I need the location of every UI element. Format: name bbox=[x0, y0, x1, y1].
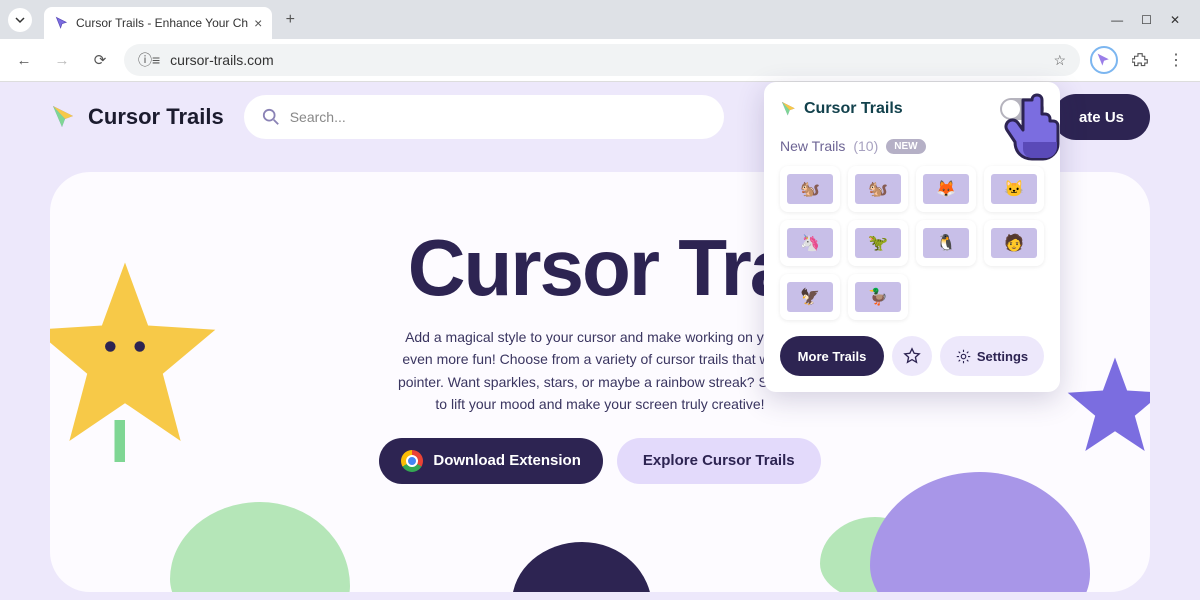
back-button[interactable]: ← bbox=[10, 46, 38, 74]
url-text: cursor-trails.com bbox=[170, 52, 273, 68]
settings-button[interactable]: Settings bbox=[940, 336, 1044, 376]
trail-thumbnail: 🦄 bbox=[787, 228, 833, 258]
new-trails-section-header[interactable]: New Trails (10) NEW bbox=[780, 138, 1044, 154]
tab-title: Cursor Trails - Enhance Your Ch bbox=[76, 16, 248, 30]
trail-thumbnail: 🐱 bbox=[991, 174, 1037, 204]
browser-tab[interactable]: Cursor Trails - Enhance Your Ch × bbox=[44, 7, 272, 39]
trail-item[interactable]: 🧑 bbox=[984, 220, 1044, 266]
close-window-button[interactable]: ✕ bbox=[1170, 13, 1180, 27]
chevron-up-icon[interactable] bbox=[1032, 138, 1044, 154]
trail-item[interactable]: 🐿️ bbox=[780, 166, 840, 212]
section-count: (10) bbox=[853, 138, 878, 154]
trail-thumbnail: 🦆 bbox=[855, 282, 901, 312]
new-tab-button[interactable]: + bbox=[276, 6, 304, 34]
trail-grid: 🐿️ 🐿️ 🦊 🐱 🦄 🦖 🐧 🧑 🦅 🦆 bbox=[780, 166, 1044, 320]
dark-blob-decoration bbox=[512, 542, 652, 592]
star-decoration bbox=[50, 252, 230, 462]
download-extension-button[interactable]: Download Extension bbox=[379, 438, 603, 484]
tab-favicon-icon bbox=[54, 15, 70, 31]
address-bar: ← → ⟳ ⓘ≡ cursor-trails.com ☆ ⋮ bbox=[0, 39, 1200, 82]
trail-item[interactable]: 🦄 bbox=[780, 220, 840, 266]
chrome-menu-button[interactable]: ⋮ bbox=[1162, 46, 1190, 74]
window-controls: — ☐ ✕ bbox=[1111, 13, 1192, 27]
url-field[interactable]: ⓘ≡ cursor-trails.com ☆ bbox=[124, 44, 1080, 76]
toggle-knob bbox=[1002, 100, 1020, 118]
logo-text: Cursor Trails bbox=[88, 104, 224, 130]
site-info-icon[interactable]: ⓘ≡ bbox=[138, 50, 160, 70]
download-label: Download Extension bbox=[433, 452, 581, 469]
trail-thumbnail: 🦊 bbox=[923, 174, 969, 204]
maximize-button[interactable]: ☐ bbox=[1141, 13, 1152, 27]
toggle-state: off bbox=[1025, 101, 1038, 112]
search-placeholder: Search... bbox=[290, 109, 346, 125]
site-logo[interactable]: Cursor Trails bbox=[50, 103, 224, 131]
trail-thumbnail: 🦅 bbox=[787, 282, 833, 312]
favorites-button[interactable] bbox=[892, 336, 932, 376]
chrome-icon bbox=[401, 450, 423, 472]
extension-popup: Cursor Trails off New Trails (10) NEW 🐿️… bbox=[764, 82, 1060, 392]
star-icon bbox=[903, 347, 921, 365]
trail-thumbnail: 🐿️ bbox=[787, 174, 833, 204]
trail-thumbnail: 🐧 bbox=[923, 228, 969, 258]
extensions-icon[interactable] bbox=[1126, 46, 1154, 74]
trail-item[interactable]: 🦊 bbox=[916, 166, 976, 212]
trail-item[interactable]: 🦆 bbox=[848, 274, 908, 320]
rate-label: ate Us bbox=[1079, 109, 1124, 126]
search-icon bbox=[262, 108, 280, 126]
trail-item[interactable]: 🐧 bbox=[916, 220, 976, 266]
new-badge: NEW bbox=[886, 139, 925, 154]
cursor-logo-icon bbox=[780, 100, 798, 118]
trail-item[interactable]: 🐱 bbox=[984, 166, 1044, 212]
tab-bar: Cursor Trails - Enhance Your Ch × + — ☐ … bbox=[0, 0, 1200, 39]
more-trails-label: More Trails bbox=[798, 349, 867, 364]
cursor-trails-extension-icon[interactable] bbox=[1090, 46, 1118, 74]
forward-button[interactable]: → bbox=[48, 46, 76, 74]
more-trails-button[interactable]: More Trails bbox=[780, 336, 884, 376]
popup-logo: Cursor Trails bbox=[780, 100, 903, 118]
section-title: New Trails bbox=[780, 138, 845, 154]
popup-brand: Cursor Trails bbox=[804, 100, 903, 118]
trail-thumbnail: 🐿️ bbox=[855, 174, 901, 204]
purple-cloud-decoration bbox=[870, 472, 1090, 592]
purple-star-decoration bbox=[1060, 352, 1150, 462]
rate-us-button[interactable]: ate Us bbox=[1053, 94, 1150, 140]
search-input[interactable]: Search... bbox=[244, 95, 724, 139]
enable-toggle[interactable]: off bbox=[1000, 98, 1044, 120]
minimize-button[interactable]: — bbox=[1111, 13, 1123, 27]
green-blob-decoration bbox=[170, 502, 350, 592]
browser-chrome: Cursor Trails - Enhance Your Ch × + — ☐ … bbox=[0, 0, 1200, 82]
explore-trails-button[interactable]: Explore Cursor Trails bbox=[617, 438, 821, 484]
trail-item[interactable]: 🦅 bbox=[780, 274, 840, 320]
trail-item[interactable]: 🐿️ bbox=[848, 166, 908, 212]
reload-button[interactable]: ⟳ bbox=[86, 46, 114, 74]
tab-close-button[interactable]: × bbox=[254, 15, 262, 31]
trail-item[interactable]: 🦖 bbox=[848, 220, 908, 266]
trail-thumbnail: 🧑 bbox=[991, 228, 1037, 258]
tab-search-button[interactable] bbox=[8, 8, 32, 32]
bookmark-star-icon[interactable]: ☆ bbox=[1053, 52, 1066, 69]
cursor-logo-icon bbox=[50, 103, 78, 131]
settings-label: Settings bbox=[977, 349, 1028, 364]
explore-label: Explore Cursor Trails bbox=[643, 452, 795, 469]
gear-icon bbox=[956, 349, 971, 364]
trail-thumbnail: 🦖 bbox=[855, 228, 901, 258]
